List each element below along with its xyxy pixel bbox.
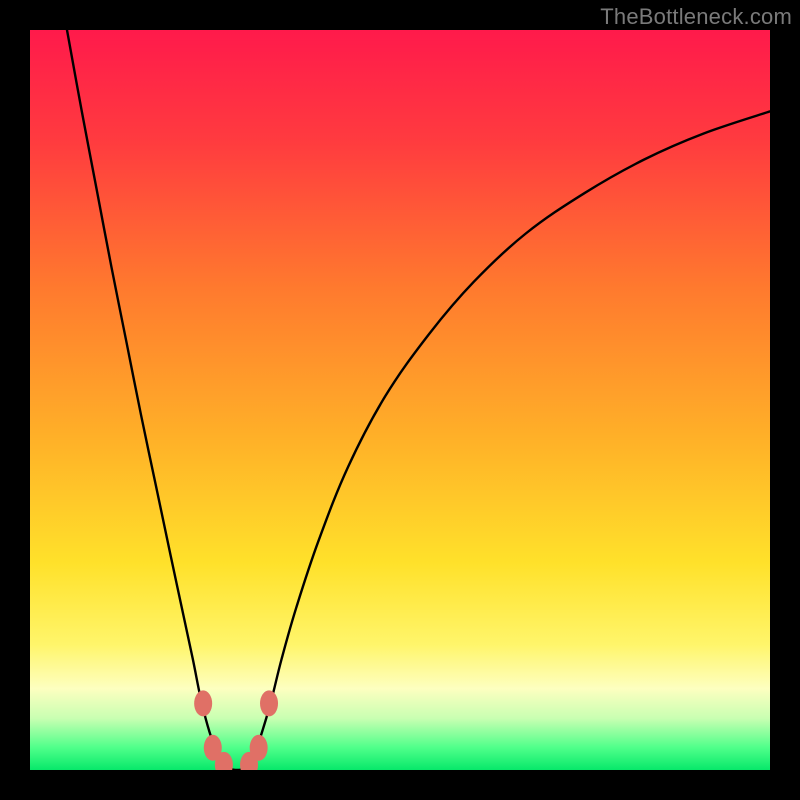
gradient-background — [30, 30, 770, 770]
trough-marker-5 — [260, 690, 278, 716]
chart-frame — [30, 30, 770, 770]
trough-marker-0 — [194, 690, 212, 716]
watermark-text: TheBottleneck.com — [600, 4, 792, 30]
bottleneck-chart — [30, 30, 770, 770]
trough-marker-4 — [250, 735, 268, 761]
